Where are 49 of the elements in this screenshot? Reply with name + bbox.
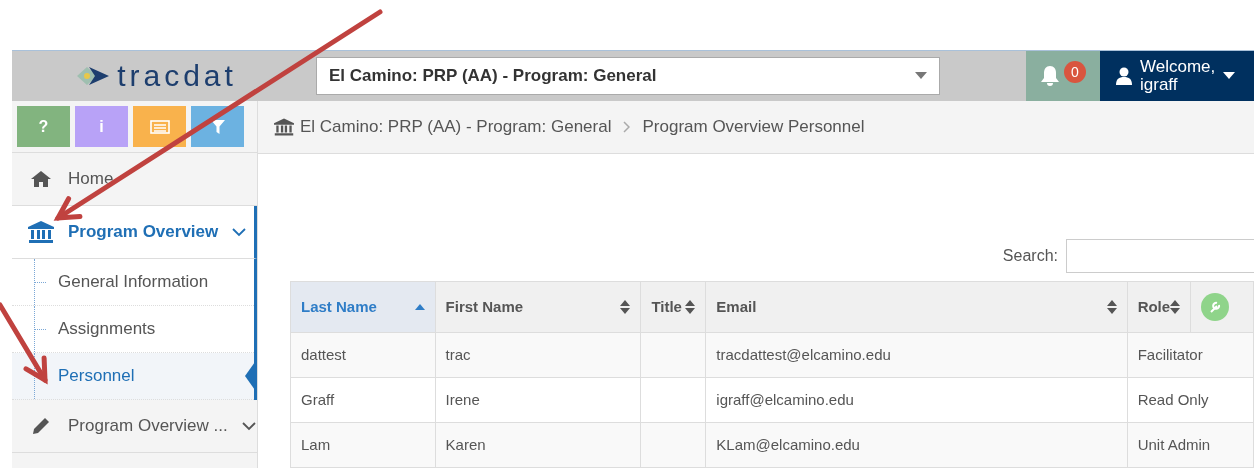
breadcrumb-item[interactable]: El Camino: PRP (AA) - Program: General xyxy=(300,114,612,140)
filter-icon xyxy=(210,119,225,134)
institution-icon xyxy=(274,118,294,136)
breadcrumb-item: Program Overview Personnel xyxy=(642,116,865,139)
context-select[interactable]: El Camino: PRP (AA) - Program: General xyxy=(316,57,940,95)
notifications-button[interactable]: 0 xyxy=(1026,51,1100,101)
sort-icon xyxy=(620,300,631,314)
submenu-item[interactable]: Personnel xyxy=(58,363,135,389)
user-icon xyxy=(1116,67,1132,85)
caret-icon xyxy=(915,72,927,80)
sort-ascending-icon xyxy=(414,304,425,310)
list-button[interactable] xyxy=(133,106,186,147)
column-header[interactable]: Email xyxy=(705,281,1128,333)
table-cell: Graff xyxy=(301,390,335,408)
table-cell: igraff@elcamino.edu xyxy=(716,390,854,408)
table-cell: dattest xyxy=(301,345,347,363)
user-menu[interactable]: Welcome, igraff xyxy=(1100,51,1254,101)
column-header[interactable]: Title xyxy=(640,281,706,333)
search-field[interactable] xyxy=(1066,239,1254,273)
sort-icon xyxy=(1106,300,1117,314)
list-icon xyxy=(149,119,170,134)
wrench-icon[interactable] xyxy=(1201,293,1230,321)
table-cell: Facilitator xyxy=(1137,345,1203,363)
institution-icon xyxy=(28,221,54,243)
notification-badge: 0 xyxy=(1064,61,1086,83)
bell-icon xyxy=(1040,65,1060,87)
submenu-item[interactable]: General Information xyxy=(58,269,209,295)
column-header[interactable] xyxy=(1190,281,1254,333)
table-cell: Lam xyxy=(301,435,331,453)
logo-text: tracdat xyxy=(117,61,237,91)
table-cell: Unit Admin xyxy=(1137,435,1211,453)
column-header[interactable]: First Name xyxy=(435,281,641,333)
column-header[interactable]: Last Name xyxy=(290,281,436,333)
table-cell: Karen xyxy=(445,435,486,453)
chevron-icon xyxy=(623,121,631,133)
table-cell: tracdattest@elcamino.edu xyxy=(716,345,891,363)
sort-icon xyxy=(685,300,696,314)
pencil-icon xyxy=(32,417,50,435)
table-cell: trac xyxy=(445,345,471,363)
caret-icon xyxy=(1223,72,1236,80)
sort-icon xyxy=(1170,300,1181,314)
table-cell: Read Only xyxy=(1137,390,1209,408)
search-label: Search: xyxy=(1002,246,1058,266)
table-cell: KLam@elcamino.edu xyxy=(716,435,860,453)
table-cell: Irene xyxy=(445,390,480,408)
home-icon xyxy=(31,171,51,187)
sidebar-item[interactable]: Program Overview xyxy=(12,206,257,259)
column-header[interactable]: Role xyxy=(1127,281,1191,333)
submenu-item[interactable]: Assignments xyxy=(58,316,156,342)
